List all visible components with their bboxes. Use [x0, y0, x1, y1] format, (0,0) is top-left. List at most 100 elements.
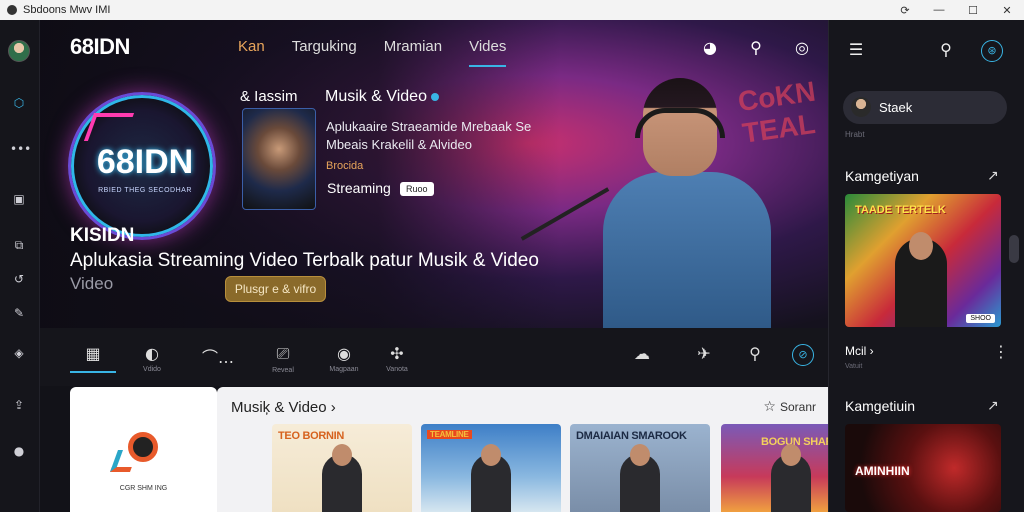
video-icon: ◐ — [145, 344, 159, 363]
refresh-icon[interactable]: ⟳ — [888, 4, 922, 17]
tab-video[interactable]: ◐ Vdido — [129, 344, 175, 373]
right-sidebar: ☰ ⚲ ⊛ Staek Hrabt Kamgetiyan ↗ TAADE TER… — [828, 20, 1024, 512]
image-icon[interactable]: ⧉ — [10, 238, 28, 254]
wave-icon: ⌒… — [201, 348, 234, 367]
video-card[interactable]: DMAIAIAN SMAROOK — [570, 424, 710, 512]
profile-search[interactable]: Staek — [843, 91, 1007, 124]
video-card-title: TEAMLINE — [427, 430, 472, 439]
brand-disc: 68IDN RBIED THEG SECODHAR — [68, 92, 216, 240]
record-icon[interactable]: ◕ — [700, 38, 720, 58]
feature-title[interactable]: Musik & Video — [325, 88, 439, 106]
feature-label: & Iassim — [240, 88, 298, 105]
disc-subtext: RBIED THEG SECODHAR — [98, 187, 192, 194]
minimize-button[interactable]: — — [922, 4, 956, 17]
search-icon[interactable]: ⚲ — [745, 344, 765, 363]
maximize-button[interactable]: ☐ — [956, 4, 990, 17]
video-card-figure — [620, 444, 660, 512]
feature-tag[interactable]: Ruoo — [400, 182, 434, 196]
external-link-icon[interactable]: ↗ — [987, 398, 999, 414]
nav-item-mramian[interactable]: Mramian — [384, 38, 442, 67]
window-controls: ⟳ — ☐ ✕ — [888, 4, 1024, 17]
upload-icon[interactable]: ⇪ — [10, 398, 28, 414]
more-icon[interactable]: ••• — [10, 142, 31, 158]
feature-meta: Brocida — [326, 160, 364, 172]
feature-stream-label: Streaming — [327, 180, 391, 196]
video-card-title: TEO BORNIN — [278, 430, 345, 442]
nav-item-vides[interactable]: Vides — [469, 38, 507, 67]
tab-home[interactable]: ▦ — [70, 344, 116, 373]
kebab-menu-icon[interactable]: ⋮ — [993, 342, 1009, 361]
sort-control[interactable]: ☆ Soranr — [763, 399, 816, 415]
star-icon: ☆ — [763, 399, 776, 415]
app-logo[interactable]: 68IDN — [70, 34, 130, 60]
tab-vanota[interactable]: ✣ Vanota — [374, 344, 420, 373]
tab-label: Magpaan — [329, 366, 359, 373]
screen-icon: ⎚ — [276, 344, 290, 363]
external-link-icon[interactable]: ↗ — [987, 168, 999, 184]
verified-icon — [430, 93, 439, 101]
video-card-figure — [322, 444, 362, 512]
home-icon: ▦ — [85, 344, 101, 363]
mic-stand — [520, 187, 610, 241]
tab-bar: ▦ ◐ Vdido ⌒… ⎚ Reveal ◉ Magpaan ✣ Vanota… — [40, 328, 828, 386]
tab-label: Reveal — [272, 367, 294, 374]
close-button[interactable]: ✕ — [990, 4, 1024, 17]
hero-video-label: Video — [70, 274, 114, 293]
nav-item-kan[interactable]: Kan — [238, 38, 265, 67]
tab-magpaan[interactable]: ◉ Magpaan — [321, 344, 367, 373]
sparkle-icon: ✣ — [390, 344, 404, 363]
more-sublabel: Vatuit — [845, 363, 863, 370]
nav-item-targuking[interactable]: Targuking — [292, 38, 357, 67]
menu-icon[interactable]: ☰ — [845, 40, 867, 62]
promo-card[interactable]: CGR SHM ING — [70, 387, 217, 512]
play-button[interactable]: Plusgr e & vifro — [225, 276, 326, 302]
promo-logo-icon — [109, 432, 170, 478]
section-title[interactable]: Musiķ & Video › — [231, 399, 336, 416]
search-icon[interactable]: ⚲ — [746, 38, 766, 58]
category-thumbnail[interactable]: TAADE TERTELK SHOO — [845, 194, 1001, 327]
target-icon: ◉ — [337, 344, 351, 363]
thumbnail-tag: SHOO — [966, 314, 995, 323]
video-card[interactable]: TEAMLINE — [421, 424, 561, 512]
window-titlebar: Sbdoons Mwv IMI ⟳ — ☐ ✕ — [0, 0, 1024, 20]
hero-banner: CoKN TEAL 68IDN Kan Targuking Mramian Vi… — [40, 20, 828, 328]
tab-reveal[interactable]: ⎚ Reveal — [260, 344, 306, 374]
section-title-categories[interactable]: Kamgetiyan — [845, 168, 919, 184]
history-icon[interactable]: ↺ — [10, 272, 28, 288]
profile-icon[interactable]: ⊛ — [981, 40, 1003, 62]
more-link[interactable]: Mcil › — [845, 344, 874, 358]
feature-thumbnail[interactable] — [242, 108, 316, 210]
hero-title: KISIDN — [70, 225, 135, 246]
avatar — [851, 97, 871, 117]
top-nav: Kan Targuking Mramian Vides — [238, 38, 507, 67]
search-icon[interactable]: ⚲ — [935, 40, 957, 62]
tab-wave[interactable]: ⌒… — [195, 344, 241, 368]
edit-icon[interactable]: ✎ — [10, 306, 28, 322]
logo-arm — [109, 450, 139, 472]
headphones-icon — [635, 108, 725, 138]
disc-text: 68IDN — [96, 143, 194, 181]
settings-icon[interactable]: ⊘ — [792, 344, 814, 366]
hex-icon[interactable]: ⬡ — [10, 96, 28, 112]
video-card[interactable]: BOGUN SHAROO — [721, 424, 828, 512]
user-avatar[interactable] — [8, 40, 30, 62]
thumbnail-title: TAADE TERTELK — [855, 204, 946, 216]
game-icon[interactable]: ◈ — [10, 346, 28, 362]
promo-text: CGR SHM ING — [119, 485, 168, 492]
profile-search-text: Staek — [879, 100, 913, 115]
grid-icon[interactable]: ▣ — [10, 192, 28, 208]
singer-image — [520, 72, 795, 328]
tab-label: Vdido — [143, 366, 161, 373]
video-card[interactable]: TEO BORNIN — [272, 424, 412, 512]
thumbnail-figure — [895, 232, 947, 327]
share-icon[interactable]: ✈ — [694, 344, 714, 363]
scrollbar-handle[interactable] — [1009, 235, 1019, 263]
tab-label: Vanota — [386, 366, 408, 373]
section-title-categories-2[interactable]: Kamgetiuin — [845, 398, 915, 414]
cloud-icon[interactable]: ☁ — [632, 344, 652, 363]
category-thumbnail[interactable]: AMINHIIN — [845, 424, 1001, 512]
video-card-title: DMAIAIAN SMAROOK — [576, 430, 687, 442]
help-icon[interactable]: ● — [10, 444, 28, 460]
video-card-figure — [471, 444, 511, 512]
chat-icon[interactable]: ◎ — [792, 38, 812, 58]
